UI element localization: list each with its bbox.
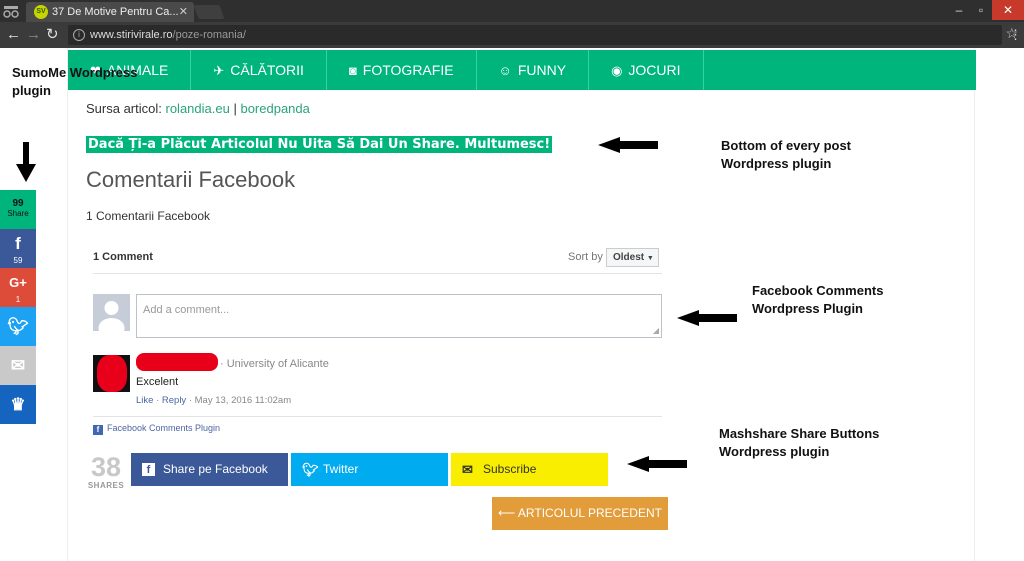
sumome-facebook-button[interactable]: f 59 [0,229,36,268]
source-link-boredpanda[interactable]: boredpanda [240,101,309,116]
subscribe-button[interactable]: ✉ Subscribe [451,453,608,486]
camera-icon: ◙ [348,63,357,78]
site-navigation: ❤ ANIMALE ✈ CĂLĂTORII ◙ FOTOGRAFIE ☺ FUNNY ◉… [68,50,976,90]
annotation-bottom-post: Bottom of every post Wordpress plugin [721,138,852,171]
nav-item-funny[interactable]: ☺ FUNNY [477,50,590,90]
browser-tab[interactable]: SV 37 De Motive Pentru Ca... ✕ [26,2,194,22]
reply-link[interactable]: Reply [162,395,186,406]
arrow-left-icon [627,456,687,472]
crown-icon: ♛ [10,395,26,414]
maximize-icon[interactable]: ▫ [970,0,992,20]
fb-plugin-footer[interactable]: f Facebook Comments Plugin [93,416,662,435]
twitter-icon: 🐦︎ [302,462,319,477]
url-path: /poze-romania/ [172,29,246,41]
default-avatar-icon [98,301,125,331]
info-icon[interactable]: i [73,29,85,41]
address-bar[interactable]: i www.stirivirale.ro/poze-romania/ [68,25,1002,45]
minimize-icon[interactable]: – [948,0,970,20]
redacted-commenter-name[interactable] [136,353,218,371]
arrow-down-icon [16,142,36,182]
sumome-twitter-button[interactable]: 🐦︎ [0,307,36,346]
share-facebook-button[interactable]: f Share pe Facebook [131,453,288,486]
comments-heading: Comentarii Facebook [86,167,296,192]
envelope-icon: ✉ [462,462,473,477]
browser-menu-icon[interactable]: ⋮ [1009,27,1022,43]
share-counter: 38 SHARES [86,453,126,490]
annotation-fb-comments: Facebook Comments Wordpress Plugin [752,283,884,316]
fb-comments-box: 1 Comment Sort by Oldest ▼ [93,248,662,274]
back-icon[interactable]: ← [6,25,21,45]
googleplus-icon: G+ [9,275,27,290]
comment-text: Excelent [136,376,179,388]
fb-comments-header: 1 Comment Sort by Oldest ▼ [93,248,662,274]
envelope-icon: ✉ [10,356,26,375]
comment-meta: Like · Reply · May 13, 2016 11:02am [136,395,292,406]
commenter-affiliation: · University of Alicante [220,358,329,370]
like-link[interactable]: Like [136,395,153,406]
nav-item-jocuri[interactable]: ◉ JOCURI [589,50,704,90]
arrow-left-icon [677,310,737,326]
window-controls: – ▫ ✕ [948,0,1024,20]
plane-icon: ✈ [213,63,225,78]
site-favicon-icon: SV [34,5,48,19]
reload-icon[interactable]: ↻ [46,25,59,45]
tab-title: 37 De Motive Pentru Ca... [52,6,179,18]
sumome-email-button[interactable]: ✉ [0,346,36,385]
share-count: 38 [90,452,122,482]
sumome-share-sidebar: 99 Share f 59 G+ 1 🐦︎ ✉ ♛ [0,190,36,424]
previous-article-button[interactable]: ⟵ ARTICOLUL PRECEDENT [492,497,668,530]
smiley-icon: ☺ [498,63,512,78]
comments-count: 1 Comentarii Facebook [86,209,211,223]
caret-down-icon: ▼ [646,255,654,262]
browser-toolbar: ← → ↻ i www.stirivirale.ro/poze-romania/… [0,22,1024,48]
annotation-mashshare: Mashshare Share Buttons Wordpress plugin [719,426,880,459]
arrow-left-icon [598,137,658,153]
resize-grip-icon[interactable]: ◢ [653,326,659,335]
new-tab-button[interactable] [193,5,225,19]
sort-select[interactable]: Oldest ▼ [606,248,659,267]
sumome-googleplus-button[interactable]: G+ 1 [0,268,36,307]
sort-label: Sort by [568,251,603,263]
forward-icon[interactable]: → [26,25,41,45]
sumome-total-shares: 99 Share [0,190,36,229]
nav-item-calatorii[interactable]: ✈ CĂLĂTORII [191,50,327,90]
comment-date: · May 13, 2016 11:02am [188,395,292,406]
gamepad-icon: ◉ [611,63,623,78]
share-twitter-button[interactable]: 🐦︎ Twitter [291,453,448,486]
facebook-icon: f [93,425,103,435]
commenter-avatar[interactable] [93,355,130,392]
twitter-icon: 🐦︎ [7,317,29,336]
article-source: Sursa articol: rolandia.eu | boredpanda [86,101,310,116]
facebook-icon: f [15,234,21,253]
annotation-sumome: SumoMe Wordpress plugin [12,65,138,98]
shares-label: SHARES [87,481,125,490]
share-reminder-banner: Dacă Ți-a Plăcut Articolul Nu Uita Să Da… [86,136,553,153]
window-close-icon[interactable]: ✕ [992,0,1024,20]
sumome-crown-button[interactable]: ♛ [0,385,36,424]
facebook-icon: f [142,463,155,476]
tab-close-icon[interactable]: ✕ [179,2,188,22]
nav-item-fotografie[interactable]: ◙ FOTOGRAFIE [327,50,477,90]
fb-comment-count: 1 Comment [93,251,153,263]
browser-tab-strip: SV 37 De Motive Pentru Ca... ✕ – ▫ ✕ [0,0,1024,22]
url-host: www.stirivirale.ro [90,29,173,41]
comment-input[interactable]: Add a comment... ◢ [136,294,662,338]
source-link-rolandia[interactable]: rolandia.eu [166,101,230,116]
incognito-icon [3,6,19,18]
current-user-avatar [93,294,130,331]
